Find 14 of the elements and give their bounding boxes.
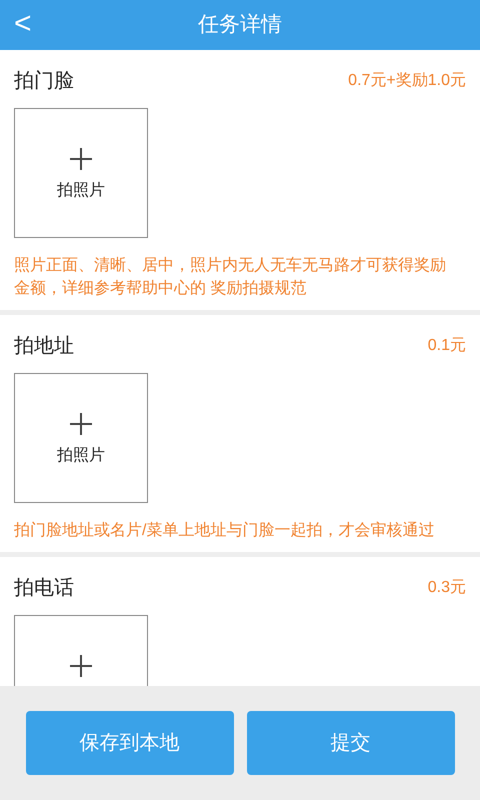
submit-button[interactable]: 提交 [246, 711, 454, 775]
save-button[interactable]: 保存到本地 [26, 711, 234, 775]
page-title: 任务详情 [198, 12, 282, 38]
hint-text: 拍门脸地址或名片/菜单上地址与门脸一起拍，才会审核通过 [14, 520, 436, 541]
reward-amount: 0.3元 [428, 578, 466, 598]
back-button[interactable]: < [14, 8, 32, 40]
task-title: 拍地址 [14, 334, 74, 359]
photo-button[interactable]: 拍照片 [14, 373, 148, 503]
reward-amount: 0.1元 [428, 336, 466, 356]
reward-amount: 0.7元+奖励1.0元 [348, 71, 466, 91]
task-title: 拍门脸 [14, 69, 74, 94]
task-title: 拍电话 [14, 576, 74, 601]
photo-button[interactable]: 拍照片 [14, 108, 148, 238]
hint-text: 照片正面、清晰、居中，照片内无人无车无马路才可获得奖励金额，详细参考帮助中心的 奖励拍摄规范 [14, 256, 447, 299]
